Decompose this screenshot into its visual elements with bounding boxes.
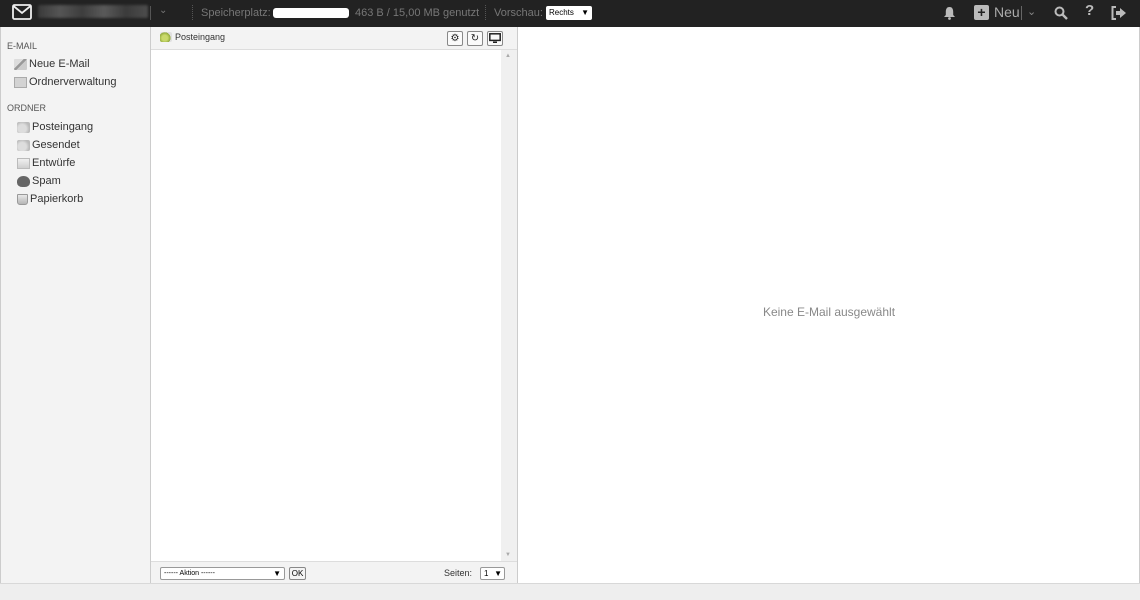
action-select-value: ------ Aktion ------: [164, 570, 215, 577]
refresh-button[interactable]: ↻: [467, 31, 483, 46]
folder-title: Posteingang: [160, 32, 225, 42]
preview-select-value: Rechts: [549, 8, 574, 17]
top-bar: ⌄ Speicherplatz: 463 B / 15,00 MB genutz…: [0, 0, 1140, 27]
preview-position-select[interactable]: Rechts ▼: [546, 6, 592, 20]
scroll-down-icon[interactable]: ▼: [505, 552, 511, 558]
list-scrollbar[interactable]: ▲ ▼: [501, 50, 517, 561]
message-list-header: Posteingang ⚙ ↻: [151, 27, 517, 50]
inbox-icon: [17, 121, 30, 133]
compose-icon: [14, 58, 27, 70]
pages-select-value: 1: [484, 569, 489, 578]
spam-icon: [17, 175, 30, 187]
preview-pane: Keine E-Mail ausgewählt: [518, 27, 1140, 583]
sidebar-item-new-email[interactable]: Neue E-Mail: [14, 56, 90, 72]
folder-manage-icon: [14, 76, 27, 88]
account-name-blurred[interactable]: [38, 5, 148, 18]
scroll-up-icon[interactable]: ▲: [505, 53, 511, 59]
drafts-icon: [17, 157, 30, 169]
sidebar-item-folder-management[interactable]: Ordnerverwaltung: [14, 74, 116, 90]
pages-label: Seiten:: [444, 568, 473, 578]
account-separator: [150, 6, 151, 20]
sidebar-item-inbox[interactable]: Posteingang: [17, 119, 93, 135]
message-list-pane: Posteingang ⚙ ↻ ▲ ▼ ------ Aktion ------…: [150, 27, 518, 583]
storage-usage-text: 463 B / 15,00 MB genutzt: [355, 7, 480, 19]
sidebar-item-label: Gesendet: [32, 139, 80, 151]
logout-icon[interactable]: [1111, 6, 1127, 20]
storage-progress-bar: [273, 8, 349, 18]
sidebar-item-label: Entwürfe: [32, 157, 76, 169]
ok-button[interactable]: OK: [289, 567, 306, 580]
divider: [192, 5, 193, 20]
section-heading-folders: ORDNER: [7, 103, 47, 113]
sidebar-item-sent[interactable]: Gesendet: [17, 137, 80, 153]
new-button[interactable]: Neu: [994, 4, 1020, 20]
section-heading-email: E-MAIL: [7, 41, 38, 51]
preview-label: Vorschau:: [494, 7, 543, 19]
trash-icon: [17, 193, 28, 205]
sidebar: E-MAIL Neue E-Mail Ordnerverwaltung ORDN…: [0, 27, 150, 583]
sidebar-item-label: Papierkorb: [30, 193, 84, 205]
chevron-down-icon: ▼: [494, 569, 502, 578]
monitor-icon: [489, 33, 501, 43]
sidebar-item-drafts[interactable]: Entwürfe: [17, 155, 75, 171]
sidebar-item-label: Ordnerverwaltung: [29, 76, 117, 88]
sidebar-item-label: Spam: [32, 175, 61, 187]
sidebar-item-label: Neue E-Mail: [29, 58, 90, 70]
sidebar-item-trash[interactable]: Papierkorb: [17, 191, 83, 207]
display-button[interactable]: [487, 31, 503, 46]
settings-button[interactable]: ⚙: [447, 31, 463, 46]
envelope-icon[interactable]: [12, 4, 32, 20]
chevron-down-icon: ▼: [581, 8, 589, 17]
status-bar: [0, 583, 1140, 600]
sidebar-item-label: Posteingang: [32, 121, 94, 133]
new-chevron-down-icon[interactable]: ⌄: [1027, 5, 1036, 18]
sent-icon: [17, 139, 30, 151]
pages-select[interactable]: 1 ▼: [480, 567, 505, 580]
search-icon[interactable]: [1054, 6, 1068, 20]
sidebar-item-spam[interactable]: Spam: [17, 173, 61, 189]
bell-icon[interactable]: [943, 6, 956, 20]
storage-label: Speicherplatz:: [201, 7, 271, 19]
message-list-footer: ------ Aktion ------ ▼ OK Seiten: 1 ▼: [151, 561, 517, 583]
chevron-down-icon: ▼: [273, 569, 281, 578]
divider: [1021, 6, 1022, 20]
empty-preview-message: Keine E-Mail ausgewählt: [762, 305, 896, 319]
refresh-icon: ↻: [470, 33, 480, 44]
plus-icon[interactable]: +: [974, 5, 989, 20]
help-icon[interactable]: ?: [1085, 3, 1094, 19]
settings-icon: ⚙: [450, 33, 460, 44]
inbox-icon: [160, 32, 172, 42]
divider: [485, 5, 486, 20]
folder-title-label: Posteingang: [175, 32, 226, 42]
account-chevron-down-icon[interactable]: ⌄: [159, 5, 167, 16]
action-select[interactable]: ------ Aktion ------ ▼: [160, 567, 285, 580]
